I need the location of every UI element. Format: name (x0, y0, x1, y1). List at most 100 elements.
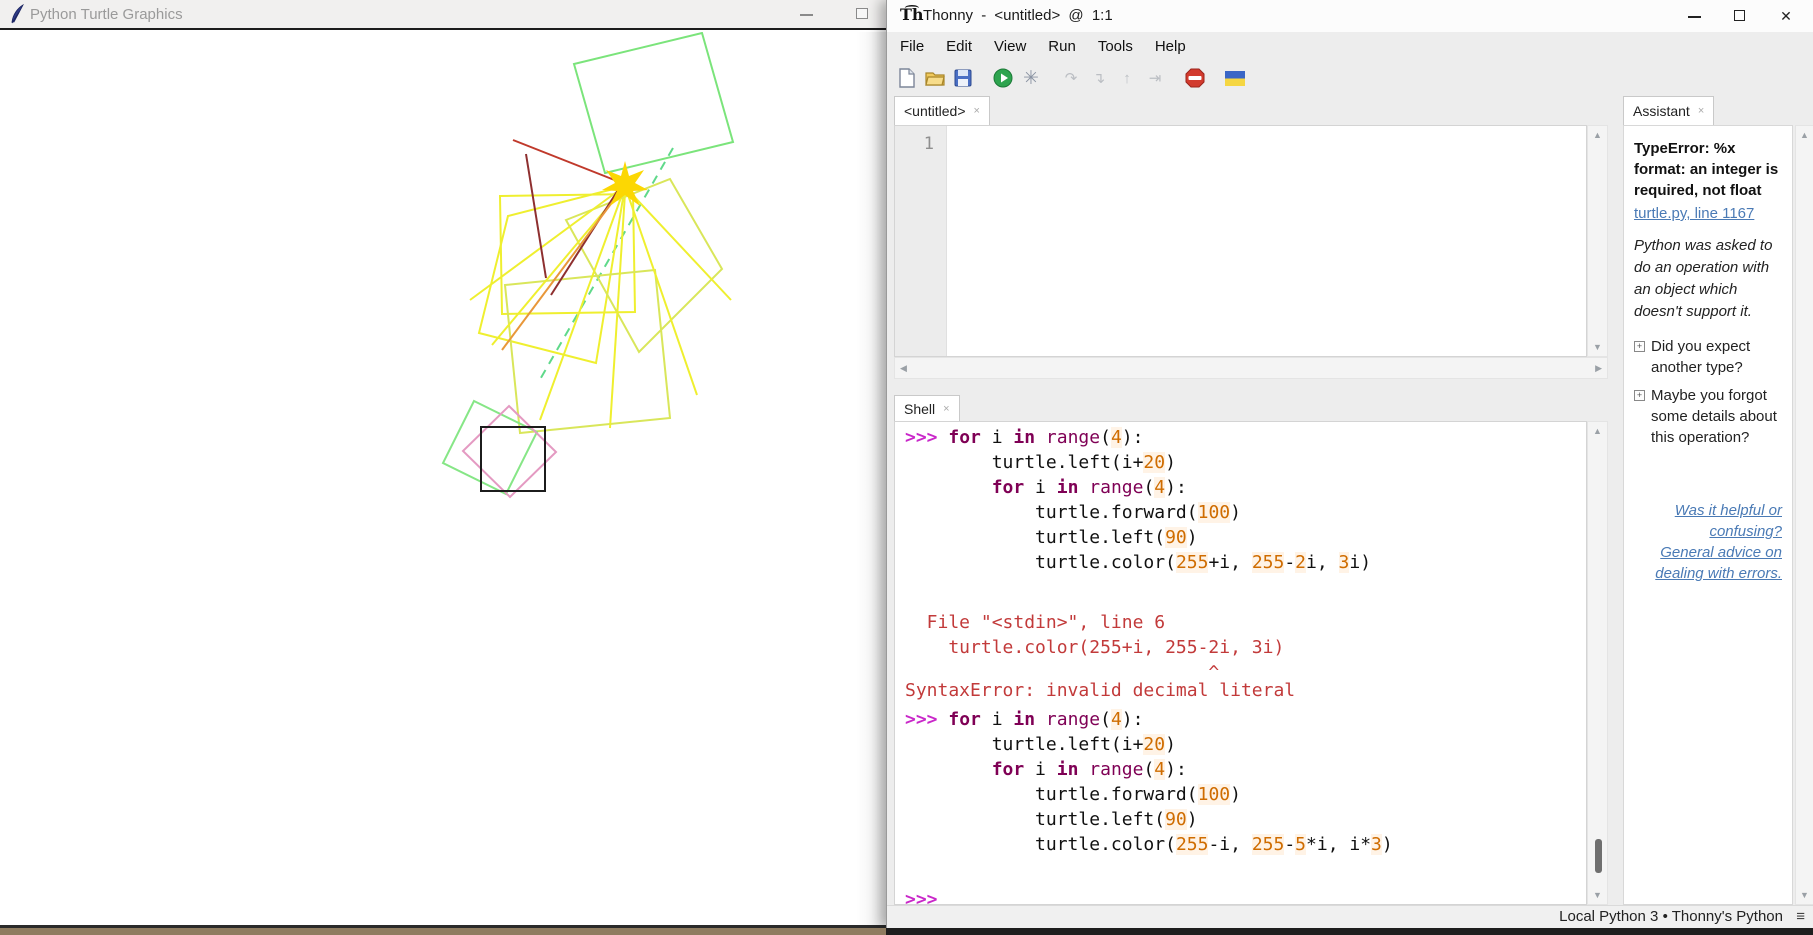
tab-assistant-label: Assistant (1633, 103, 1690, 119)
ukraine-support-button[interactable] (1223, 66, 1247, 90)
shell[interactable]: >>> for i in range(4): turtle.left(i+20)… (894, 421, 1587, 905)
suggestion-item[interactable]: + Did you expect another type? (1634, 336, 1782, 378)
ukraine-flag-icon (1225, 70, 1245, 86)
interpreter-label[interactable]: Local Python 3 (1559, 908, 1658, 925)
taskbar-edge-right (886, 928, 1813, 935)
step-into-icon: ↴ (1092, 70, 1106, 87)
shell-line: turtle.left(90) (905, 527, 1198, 548)
backend-menu-icon[interactable]: ≡ (1796, 908, 1805, 925)
shell-output: >>> for i in range(4): turtle.left(i+20)… (905, 425, 1393, 904)
turtle-graphics-window: Python Turtle Graphics (0, 0, 886, 928)
shell-line: turtle.color(255+i, 255-2i, 3i) (905, 552, 1372, 573)
scroll-right-icon[interactable]: ▶ (1595, 363, 1602, 374)
maximize-icon[interactable] (856, 8, 868, 19)
save-file-button[interactable] (951, 66, 975, 90)
menu-tools[interactable]: Tools (1087, 38, 1144, 55)
turtle-window-title: Python Turtle Graphics (30, 6, 183, 23)
scrollbar-thumb[interactable] (1595, 839, 1602, 873)
toolbar: ✳ ↷ ↴ ↑ ⇥ (895, 60, 1251, 96)
run-script-button[interactable] (991, 66, 1015, 90)
menu-file[interactable]: File (889, 38, 935, 55)
new-file-icon (899, 68, 915, 88)
green-square (572, 32, 735, 175)
shell-line: for i in range(4): (991, 477, 1187, 498)
tab-untitled[interactable]: <untitled> × (894, 96, 990, 125)
turtle-drawing (441, 32, 735, 499)
resume-button[interactable]: ⇥ (1143, 66, 1167, 90)
editor-vertical-scrollbar[interactable]: ▲ ▼ (1587, 125, 1608, 357)
stop-button[interactable] (1183, 66, 1207, 90)
shell-line: turtle.forward(100) (905, 784, 1241, 805)
shell-line: turtle.color(255+i, 255-2i, 3i) (905, 637, 1285, 658)
green-square-small (441, 399, 539, 496)
menu-run[interactable]: Run (1037, 38, 1087, 55)
assistant-error-title: TypeError: %x format: an integer is requ… (1634, 140, 1779, 199)
shell-line: turtle.left(i+20) (905, 452, 1176, 473)
shell-line: turtle.forward(100) (905, 502, 1241, 523)
tab-shell-label: Shell (904, 400, 936, 417)
scroll-up-icon[interactable]: ▲ (1593, 426, 1602, 436)
menu-edit[interactable]: Edit (935, 38, 983, 55)
maximize-icon (1734, 10, 1745, 21)
step-out-icon: ↑ (1123, 69, 1131, 87)
tab-assistant[interactable]: Assistant × (1623, 96, 1715, 125)
shell-vertical-scrollbar[interactable]: ▲ ▼ (1587, 421, 1608, 905)
assistant-scrollbar[interactable]: ▲ ▼ (1795, 125, 1813, 905)
step-over-button[interactable]: ↷ (1059, 66, 1083, 90)
step-into-button[interactable]: ↴ (1087, 66, 1111, 90)
minimize-button[interactable] (1671, 0, 1717, 32)
scroll-up-icon[interactable]: ▲ (1800, 130, 1809, 140)
turtle-canvas (0, 32, 886, 925)
assistant-panel: Assistant × TypeError: %x format: an int… (1621, 96, 1813, 905)
assistant-explanation: Python was asked to do an operation with… (1634, 237, 1773, 320)
expand-icon[interactable]: + (1634, 390, 1645, 401)
menu-help[interactable]: Help (1144, 38, 1197, 55)
assistant-suggestions: + Did you expect another type? + Maybe y… (1634, 336, 1782, 448)
dark-red-line (525, 153, 547, 279)
thonny-logo-icon: T͡h (900, 5, 924, 24)
close-button[interactable]: ✕ (1763, 0, 1809, 32)
suggestion-item[interactable]: + Maybe you forgot some details about th… (1634, 385, 1782, 448)
tab-close-icon[interactable]: × (974, 105, 980, 117)
resume-icon: ⇥ (1148, 70, 1162, 87)
menubar: File Edit View Run Tools Help (889, 32, 1197, 60)
tab-close-icon[interactable]: × (1698, 105, 1704, 117)
scroll-down-icon[interactable]: ▼ (1593, 890, 1602, 900)
scroll-left-icon[interactable]: ◀ (900, 363, 907, 374)
suggestion-label: Maybe you forgot some details about this… (1651, 387, 1777, 446)
close-icon: ✕ (1780, 8, 1792, 24)
tab-untitled-label: <untitled> (904, 103, 966, 119)
debug-script-button[interactable]: ✳ (1019, 66, 1043, 90)
tab-shell[interactable]: Shell × (894, 395, 960, 421)
save-icon (954, 69, 972, 87)
shell-line: turtle.left(i+20) (905, 734, 1176, 755)
yellow-green-square (503, 268, 672, 435)
expand-icon[interactable]: + (1634, 341, 1645, 352)
advice-link[interactable]: General advice on dealing with errors. (1634, 542, 1782, 584)
statusbar: Local Python 3 • Thonny's Python ≡ (887, 905, 1813, 928)
menu-view[interactable]: View (983, 38, 1037, 55)
new-file-button[interactable] (895, 66, 919, 90)
backend-label[interactable]: Thonny's Python (1672, 908, 1783, 925)
editor[interactable]: 1 (894, 125, 1587, 357)
feedback-link[interactable]: Was it helpful or confusing? (1634, 500, 1782, 542)
shell-line: turtle.left(90) (905, 809, 1198, 830)
pink-square (461, 404, 558, 499)
step-out-button[interactable]: ↑ (1115, 66, 1139, 90)
feather-icon (11, 4, 24, 24)
minimize-icon (1688, 16, 1701, 18)
scroll-down-icon[interactable]: ▼ (1800, 890, 1809, 900)
screen: Python Turtle Graphics T͡h Thonny - <unt… (0, 0, 1813, 935)
error-location-link[interactable]: turtle.py, line 1167 (1634, 203, 1754, 224)
scroll-down-icon[interactable]: ▼ (1593, 342, 1602, 352)
open-file-icon (924, 72, 945, 86)
assistant-links: Was it helpful or confusing? General adv… (1634, 500, 1782, 584)
editor-horizontal-scrollbar[interactable]: ◀ ▶ (894, 357, 1608, 379)
tab-close-icon[interactable]: × (943, 403, 949, 415)
minimize-icon[interactable] (800, 14, 813, 16)
scroll-up-icon[interactable]: ▲ (1593, 130, 1602, 140)
shell-line: >>> for i in range(4): (905, 427, 1144, 448)
maximize-button[interactable] (1717, 0, 1763, 32)
assistant-content: TypeError: %x format: an integer is requ… (1623, 125, 1793, 905)
open-file-button[interactable] (923, 66, 947, 90)
